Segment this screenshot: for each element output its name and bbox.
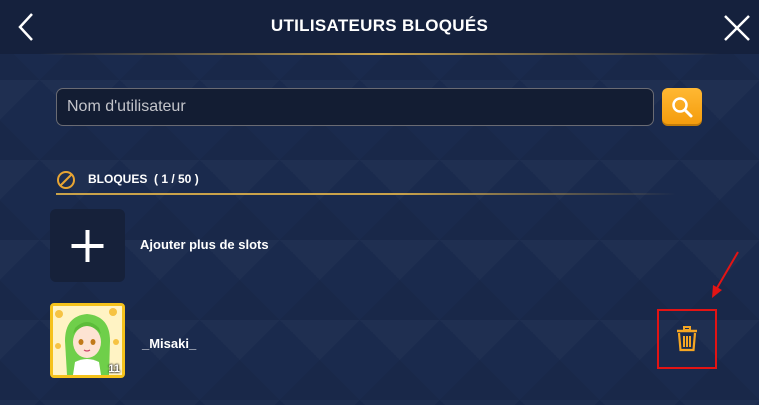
unblock-delete-button[interactable] <box>657 309 717 369</box>
close-icon <box>724 15 750 41</box>
blocked-section-header: BLOQUES ( 1 / 50 ) <box>56 168 676 195</box>
blocked-count-label: BLOQUES ( 1 / 50 ) <box>88 172 199 186</box>
trash-icon <box>677 326 697 352</box>
plus-icon <box>71 230 104 262</box>
add-slots-label: Ajouter plus de slots <box>140 237 269 252</box>
username-search-input[interactable] <box>56 88 654 126</box>
add-slots-button[interactable] <box>50 209 125 282</box>
avatar[interactable]: 11 <box>50 303 125 378</box>
page-title: UTILISATEURS BLOQUÉS <box>270 16 489 35</box>
close-button[interactable] <box>721 12 753 44</box>
header-divider <box>40 53 720 55</box>
level-badge: 11 <box>108 363 120 375</box>
block-icon <box>57 171 75 189</box>
red-arrow-annotation <box>712 251 739 298</box>
search-icon <box>672 97 693 118</box>
search-button[interactable] <box>662 88 702 126</box>
blocked-user-row: 11 _Misaki_ <box>50 303 730 379</box>
blocked-username: _Misaki_ <box>142 336 197 351</box>
section-divider <box>56 193 676 195</box>
